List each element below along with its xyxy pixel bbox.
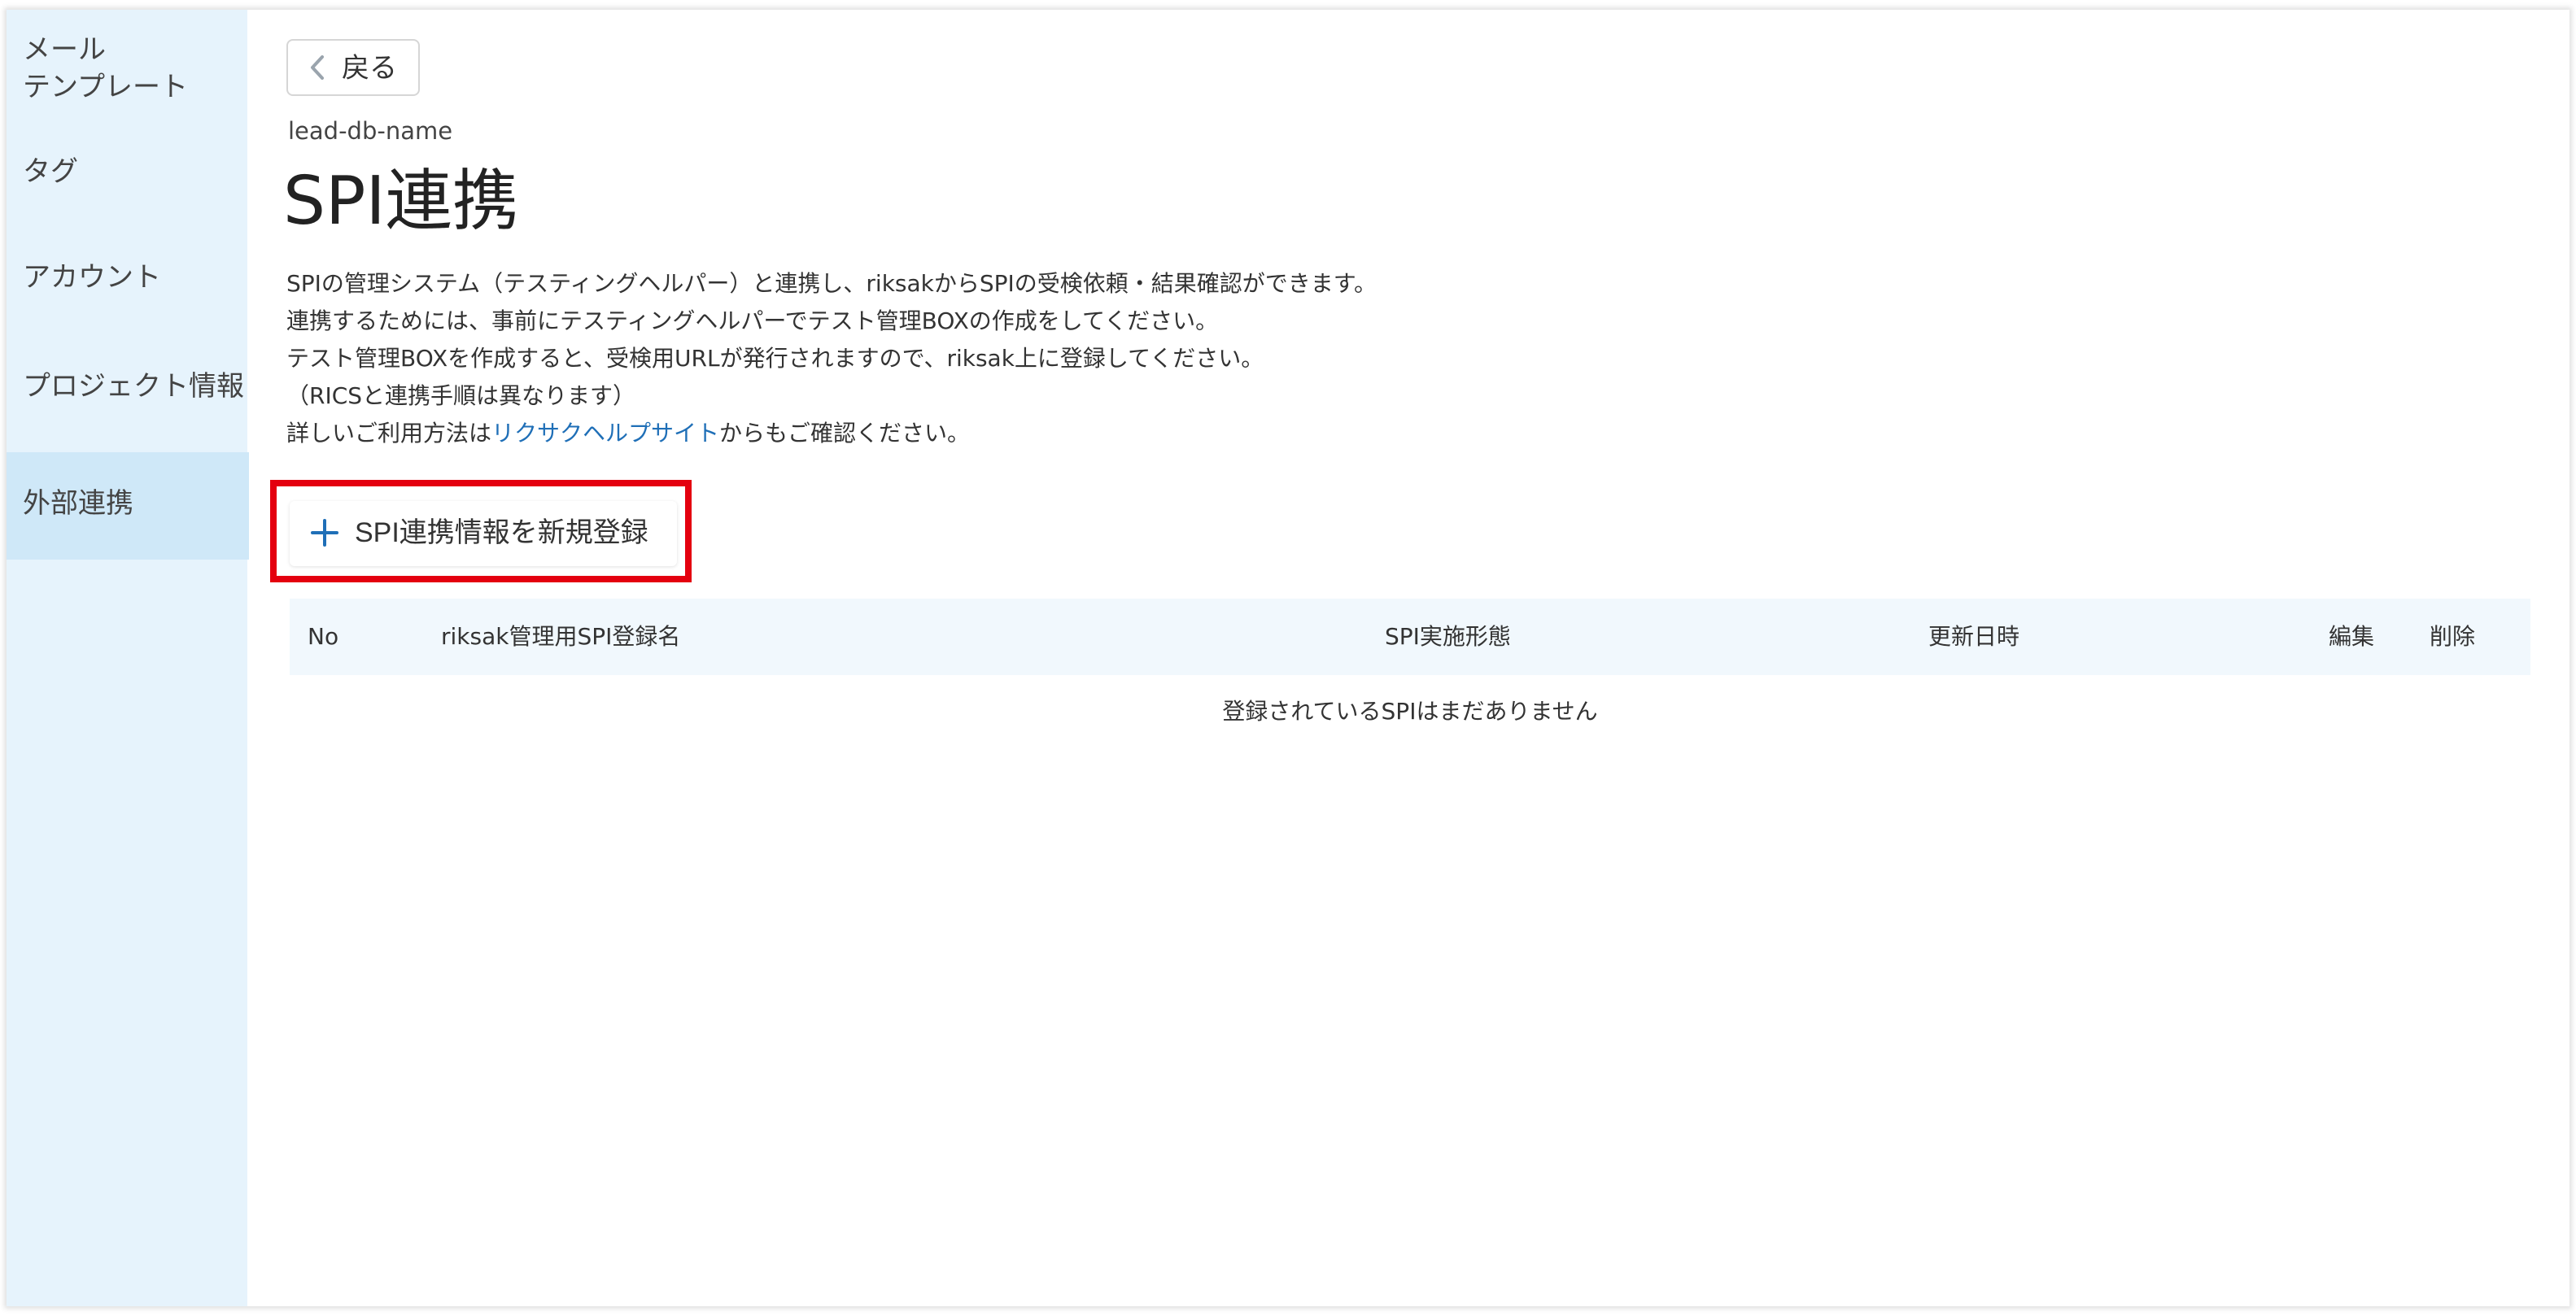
- sidebar-item-label: テンプレート: [23, 71, 188, 103]
- column-header-spi-format: SPI実施形態: [1385, 623, 1511, 650]
- sidebar-item-label: プロジェクト情報: [23, 370, 244, 403]
- description: SPIの管理システム（テスティングヘルパー）と連携し、riksakからSPIの受…: [286, 265, 1377, 452]
- description-line: 連携するためには、事前にテスティングヘルパーでテスト管理BOXの作成をしてくださ…: [286, 307, 1219, 334]
- sidebar-item-tag[interactable]: タグ: [7, 153, 247, 190]
- sidebar-item-label: メール: [23, 33, 106, 66]
- sidebar-item-account[interactable]: アカウント: [7, 259, 247, 296]
- column-header-edit: 編集: [2329, 623, 2375, 650]
- back-button-label: 戻る: [342, 53, 397, 84]
- spi-table: No riksak管理用SPI登録名 SPI実施形態 更新日時 編集 削除 登録…: [290, 599, 2530, 748]
- sidebar-item-project-info[interactable]: プロジェクト情報: [7, 368, 247, 405]
- description-line: テスト管理BOXを作成すると、受検用URLが発行されますので、riksak上に登…: [286, 345, 1264, 372]
- description-line: 詳しいご利用方法はリクサクヘルプサイトからもご確認ください。: [286, 415, 1377, 452]
- plus-icon: [311, 519, 338, 547]
- column-header-no: No: [308, 623, 339, 650]
- column-header-registration-name: riksak管理用SPI登録名: [441, 623, 681, 650]
- column-header-delete: 削除: [2430, 623, 2476, 650]
- chevron-left-icon: [311, 55, 324, 80]
- sidebar: メール テンプレート タグ アカウント プロジェクト情報 外部連携: [7, 10, 249, 1306]
- main-content: 戻る lead-db-name SPI連携 SPIの管理システム（テスティングヘ…: [247, 10, 2569, 1306]
- sidebar-item-external-integration[interactable]: 外部連携: [7, 452, 249, 560]
- description-line: （RICSと連携手順は異なります）: [286, 382, 636, 409]
- description-text: からもご確認ください。: [719, 420, 971, 447]
- empty-message: 登録されているSPIはまだありません: [1222, 698, 1598, 725]
- add-button-label: SPI連携情報を新規登録: [355, 517, 648, 548]
- column-header-updated-at: 更新日時: [1928, 623, 2020, 650]
- table-header: No riksak管理用SPI登録名 SPI実施形態 更新日時 編集 削除: [290, 599, 2530, 675]
- app-window: メール テンプレート タグ アカウント プロジェクト情報 外部連携 戻る lea…: [7, 10, 2569, 1306]
- description-line: SPIの管理システム（テスティングヘルパー）と連携し、riksakからSPIの受…: [286, 270, 1377, 297]
- description-text: 詳しいご利用方法は: [286, 420, 492, 447]
- sidebar-item-label: タグ: [23, 155, 78, 188]
- back-button[interactable]: 戻る: [286, 39, 420, 96]
- sidebar-item-mail-template[interactable]: メール テンプレート: [7, 31, 247, 106]
- db-name: lead-db-name: [288, 117, 453, 145]
- help-site-link[interactable]: リクサクヘルプサイト: [491, 420, 719, 447]
- add-spi-integration-button[interactable]: SPI連携情報を新規登録: [290, 501, 677, 566]
- sidebar-item-label: アカウント: [23, 261, 161, 294]
- sidebar-item-label: 外部連携: [23, 487, 133, 520]
- page-title: SPI連携: [283, 163, 519, 240]
